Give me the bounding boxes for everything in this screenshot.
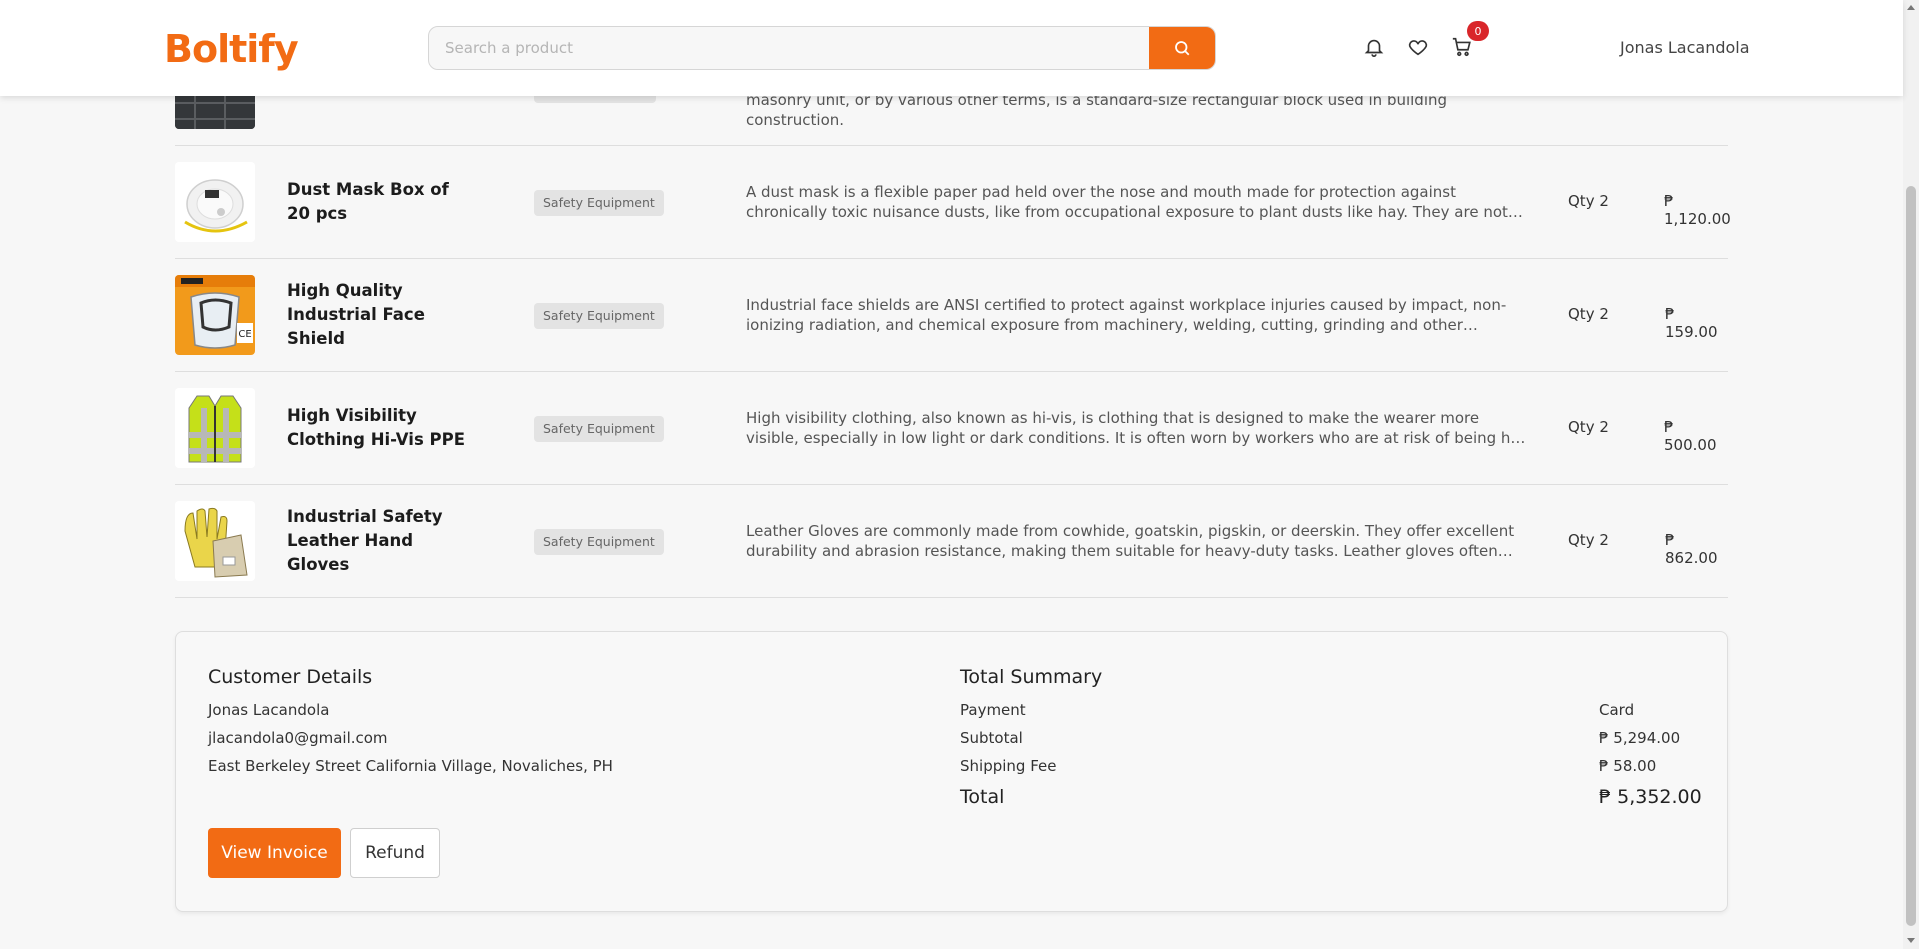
product-image: CE (175, 275, 255, 355)
order-item: Dust Mask Box of 20 pcs Safety Equipment… (175, 146, 1731, 259)
subtotal-label: Subtotal (960, 729, 1023, 747)
order-item: Industrial Safety Leather Hand Gloves Sa… (175, 485, 1728, 598)
customer-details-title: Customer Details (208, 666, 373, 688)
customer-address: East Berkeley Street California Village,… (208, 757, 613, 775)
product-description: masonry unit, or by various other terms,… (746, 91, 1448, 129)
product-image (175, 162, 255, 242)
product-description: A dust mask is a flexible paper pad held… (746, 183, 1508, 221)
item-quantity: Qty 2 (1568, 418, 1609, 436)
svg-text:CE: CE (238, 329, 251, 340)
item-quantity: Qty 2 (1568, 305, 1609, 323)
page-scrollbar[interactable] (1903, 0, 1919, 949)
product-description: Industrial face shields are ANSI certifi… (746, 296, 1507, 334)
payment-label: Payment (960, 701, 1026, 719)
product-name[interactable]: High Visibility Clothing Hi-Vis PPE (287, 404, 467, 452)
search-bar (428, 26, 1216, 70)
payment-value: Card (1599, 701, 1635, 719)
total-summary-title: Total Summary (960, 666, 1103, 688)
customer-name: Jonas Lacandola (208, 701, 330, 719)
view-invoice-button[interactable]: View Invoice (208, 828, 341, 878)
scrollbar-thumb[interactable] (1906, 186, 1916, 926)
logo[interactable]: Boltify (164, 27, 299, 71)
item-quantity: Qty 2 (1568, 531, 1609, 549)
order-item: CE High Quality Industrial Face Shield S… (175, 259, 1728, 372)
notification-button[interactable] (1362, 35, 1386, 59)
total-label: Total (960, 786, 1005, 808)
scroll-up-arrow[interactable] (1907, 5, 1915, 10)
product-name[interactable]: Industrial Safety Leather Hand Gloves (287, 505, 457, 577)
category-badge: Safety Equipment (534, 303, 664, 329)
cart-count-badge: 0 (1467, 21, 1489, 41)
search-input[interactable] (429, 27, 1149, 69)
refund-button[interactable]: Refund (350, 828, 440, 878)
subtotal-value: ₱ 5,294.00 (1599, 729, 1681, 747)
item-quantity: Qty 2 (1568, 192, 1609, 210)
heart-icon (1408, 40, 1428, 56)
item-price: ₱ 862.00 (1665, 531, 1718, 567)
order-item: High Visibility Clothing Hi-Vis PPE Safe… (175, 372, 1728, 485)
cart-icon (1452, 37, 1471, 57)
search-button[interactable] (1149, 27, 1215, 69)
user-name[interactable]: Jonas Lacandola (1620, 38, 1750, 57)
bell-icon (1364, 39, 1384, 57)
shipping-fee-value: ₱ 58.00 (1599, 757, 1657, 775)
item-price: ₱ 500.00 (1664, 418, 1717, 454)
total-value: ₱ 5,352.00 (1599, 786, 1702, 808)
product-description: High visibility clothing, also known as … (746, 409, 1521, 447)
order-summary-card: Customer Details Jonas Lacandola jlacand… (175, 631, 1728, 912)
category-badge: Safety Equipment (534, 416, 664, 442)
shipping-fee-label: Shipping Fee (960, 757, 1057, 775)
product-image (175, 501, 255, 581)
product-image (175, 388, 255, 468)
item-price: ₱ 1,120.00 (1664, 192, 1731, 228)
scroll-down-arrow[interactable] (1907, 938, 1915, 943)
search-icon (1175, 41, 1190, 56)
product-description: Leather Gloves are commonly made from co… (746, 522, 1515, 560)
item-price: ₱ 159.00 (1665, 305, 1718, 341)
customer-email: jlacandola0@gmail.com (208, 729, 388, 747)
product-name[interactable]: Dust Mask Box of 20 pcs (287, 178, 457, 226)
product-name[interactable]: High Quality Industrial Face Shield (287, 279, 457, 351)
wishlist-button[interactable] (1406, 35, 1430, 59)
category-badge: Safety Equipment (534, 529, 664, 555)
category-badge: Safety Equipment (534, 190, 664, 216)
top-header: Boltify 0 Jonas Lacandola (0, 0, 1903, 96)
